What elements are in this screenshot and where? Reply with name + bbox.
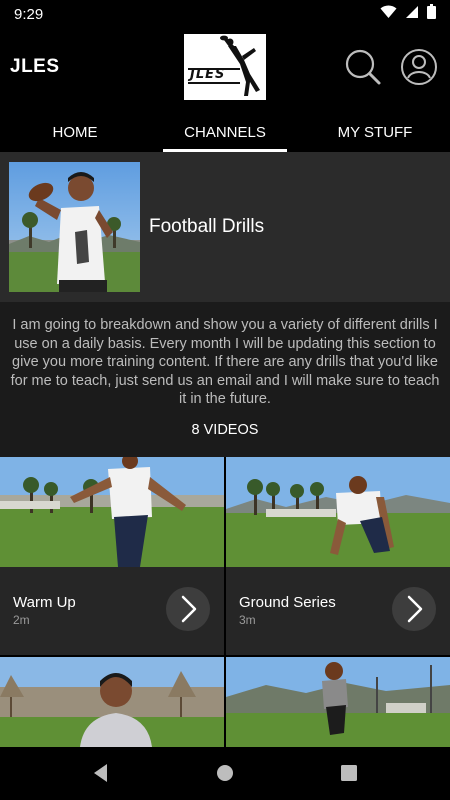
back-icon (94, 764, 107, 782)
home-button[interactable] (213, 761, 237, 785)
recents-icon (341, 765, 357, 781)
tab-my-stuff[interactable]: MY STUFF (300, 108, 450, 152)
video-card-4[interactable] (226, 657, 450, 747)
video-title: Ground Series (239, 594, 336, 611)
video-thumbnail (226, 657, 450, 747)
home-icon (217, 765, 233, 781)
tab-channels[interactable]: CHANNELS (150, 108, 300, 152)
status-bar: 9:29 (0, 0, 450, 28)
video-thumbnail (226, 457, 450, 567)
logo-text: JLES (190, 67, 226, 82)
video-info: Ground Series 3m (226, 567, 450, 655)
video-thumbnail (0, 457, 224, 567)
video-duration: 2m (13, 613, 30, 627)
app-header: JLES JLES (0, 28, 450, 108)
open-video-button[interactable] (392, 587, 436, 631)
video-card-3[interactable] (0, 657, 224, 747)
channel-title: Football Drills (149, 216, 265, 237)
recents-button[interactable] (337, 761, 361, 785)
video-title: Warm Up (13, 594, 76, 611)
account-icon (401, 49, 437, 85)
video-count: 8 VIDEOS (191, 422, 259, 438)
wifi-icon (380, 4, 397, 24)
video-info: Warm Up 2m (0, 567, 224, 655)
back-button[interactable] (89, 761, 113, 785)
video-thumbnail (0, 657, 224, 747)
jles-logo[interactable]: JLES (184, 34, 266, 100)
account-button[interactable] (400, 48, 438, 86)
video-card-ground-series[interactable]: Ground Series 3m (226, 457, 450, 655)
open-video-button[interactable] (166, 587, 210, 631)
battery-icon (427, 4, 436, 24)
channel-thumbnail (9, 162, 140, 292)
search-icon (345, 49, 381, 85)
channel-description: I am going to breakdown and show you a v… (10, 317, 440, 407)
chevron-right-icon (181, 595, 197, 623)
system-nav-bar (0, 747, 450, 800)
tab-bar: HOME CHANNELS MY STUFF (0, 108, 450, 152)
signal-icon (405, 5, 419, 24)
status-time: 9:29 (14, 5, 44, 23)
channel-description-section: I am going to breakdown and show you a v… (0, 302, 450, 457)
status-icons (380, 4, 436, 24)
video-card-warm-up[interactable]: Warm Up 2m (0, 457, 224, 655)
channel-header-card: Football Drills (0, 152, 450, 302)
search-button[interactable] (344, 48, 382, 86)
video-duration: 3m (239, 613, 256, 627)
tab-home[interactable]: HOME (0, 108, 150, 152)
chevron-right-icon (407, 595, 423, 623)
app-title: JLES (10, 56, 60, 77)
video-grid: Warm Up 2m Ground Series 3m (0, 457, 450, 747)
